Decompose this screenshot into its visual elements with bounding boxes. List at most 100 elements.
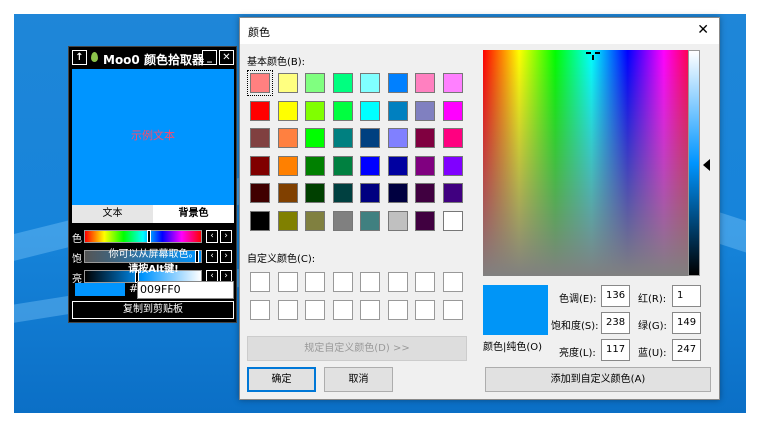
hue-input[interactable]: 136 xyxy=(601,285,630,307)
custom-colors-label: 自定义颜色(C): xyxy=(247,254,316,265)
up-arrow-icon[interactable]: ↑ xyxy=(72,50,87,65)
custom-color-slot[interactable] xyxy=(250,299,270,320)
basic-color-swatch[interactable] xyxy=(442,100,463,121)
basic-color-swatch[interactable] xyxy=(250,128,270,148)
basic-color-swatch[interactable] xyxy=(305,100,325,121)
basic-color-swatch[interactable] xyxy=(442,73,463,93)
basic-color-swatch[interactable] xyxy=(360,183,380,203)
custom-color-slot[interactable] xyxy=(332,299,353,320)
custom-color-slot[interactable] xyxy=(277,299,298,320)
tab-background[interactable]: 背景色 xyxy=(153,205,234,223)
basic-color-swatch[interactable] xyxy=(250,100,270,121)
hue-prev-button[interactable]: ‹ xyxy=(206,230,218,243)
hue-next-button[interactable]: › xyxy=(220,230,232,243)
basic-color-swatch[interactable] xyxy=(250,210,270,231)
tab-text[interactable]: 文本 xyxy=(72,205,153,223)
basic-color-swatch[interactable] xyxy=(415,128,435,148)
basic-color-swatch[interactable] xyxy=(332,100,353,121)
basic-color-swatch[interactable] xyxy=(387,210,408,231)
copy-to-clipboard-button[interactable]: 复制到剪贴板 xyxy=(72,301,234,319)
custom-color-slot[interactable] xyxy=(415,272,435,292)
crosshair-icon[interactable] xyxy=(586,51,600,61)
basic-colors-label: 基本颜色(B): xyxy=(247,57,306,68)
basic-color-swatch[interactable] xyxy=(332,183,353,203)
basic-color-swatch[interactable] xyxy=(305,73,325,93)
basic-color-swatch[interactable] xyxy=(387,100,408,121)
custom-color-slot[interactable] xyxy=(277,272,298,292)
custom-color-slot[interactable] xyxy=(442,272,463,292)
hex-row: # 009FF0 xyxy=(72,281,234,299)
hue-slider-thumb[interactable] xyxy=(147,230,151,243)
add-to-custom-colors-button[interactable]: 添加到自定义颜色(A) xyxy=(485,367,711,392)
basic-color-swatch[interactable] xyxy=(250,155,270,176)
basic-color-swatch[interactable] xyxy=(415,100,435,121)
custom-color-slot[interactable] xyxy=(387,272,408,292)
color-spectrum[interactable] xyxy=(483,50,700,276)
close-button[interactable]: ✕ xyxy=(219,50,234,65)
custom-color-slot[interactable] xyxy=(305,299,325,320)
basic-color-swatch[interactable] xyxy=(415,155,435,176)
close-icon[interactable]: ✕ xyxy=(697,22,709,38)
luminance-slider[interactable] xyxy=(688,50,700,276)
basic-color-swatch[interactable] xyxy=(360,155,380,176)
hex-input[interactable]: 009FF0 xyxy=(137,281,234,299)
color-preview: 示例文本 xyxy=(72,69,234,205)
basic-color-swatch[interactable] xyxy=(415,183,435,203)
current-color-swatch xyxy=(75,283,125,296)
basic-color-swatch[interactable] xyxy=(332,155,353,176)
current-color-box xyxy=(483,285,548,335)
saturation-input[interactable]: 238 xyxy=(601,312,630,334)
basic-color-swatch[interactable] xyxy=(305,183,325,203)
green-input[interactable]: 149 xyxy=(672,312,701,334)
custom-color-slot[interactable] xyxy=(442,299,463,320)
custom-color-slot[interactable] xyxy=(250,272,270,292)
basic-color-swatch[interactable] xyxy=(250,183,270,203)
luminance-input[interactable]: 117 xyxy=(601,339,630,361)
minimize-button[interactable]: _ xyxy=(202,50,217,65)
red-input[interactable]: 1 xyxy=(672,285,701,307)
hint-line1: 你可以从屏幕取色。 xyxy=(108,249,199,260)
basic-color-swatch[interactable] xyxy=(305,210,325,231)
blue-input[interactable]: 247 xyxy=(672,339,701,361)
custom-color-slot[interactable] xyxy=(415,299,435,320)
basic-color-swatch[interactable] xyxy=(360,100,380,121)
hue-slider[interactable] xyxy=(84,230,202,243)
cancel-button[interactable]: 取消 xyxy=(324,367,393,392)
basic-color-swatch[interactable] xyxy=(360,128,380,148)
picker-window: ↑ Moo0 颜色拾取器 _ ✕ 示例文本 文本 背景色 色 ‹ › 饱 ‹ ›… xyxy=(68,46,237,323)
custom-color-slot[interactable] xyxy=(305,272,325,292)
custom-color-slot[interactable] xyxy=(332,272,353,292)
basic-color-swatch[interactable] xyxy=(360,210,380,231)
custom-color-slot[interactable] xyxy=(360,272,380,292)
basic-color-swatch[interactable] xyxy=(442,183,463,203)
basic-color-swatch[interactable] xyxy=(277,73,298,93)
basic-color-swatch[interactable] xyxy=(415,73,435,93)
basic-color-swatch[interactable] xyxy=(360,73,380,93)
basic-color-swatch[interactable] xyxy=(247,70,273,96)
basic-color-swatch[interactable] xyxy=(277,155,298,176)
picker-titlebar: ↑ Moo0 颜色拾取器 _ ✕ xyxy=(69,47,238,69)
basic-color-swatch[interactable] xyxy=(277,128,298,148)
basic-color-swatch[interactable] xyxy=(442,128,463,148)
basic-color-swatch[interactable] xyxy=(277,100,298,121)
basic-color-swatch[interactable] xyxy=(332,210,353,231)
custom-color-slot[interactable] xyxy=(360,299,380,320)
basic-color-swatch[interactable] xyxy=(332,128,353,148)
custom-color-slot[interactable] xyxy=(387,299,408,320)
basic-color-swatch[interactable] xyxy=(305,128,325,148)
luminance-pointer-icon[interactable] xyxy=(703,159,710,171)
basic-color-swatch[interactable] xyxy=(415,210,435,231)
basic-color-swatch[interactable] xyxy=(305,155,325,176)
basic-color-swatch[interactable] xyxy=(277,210,298,231)
basic-color-swatch[interactable] xyxy=(387,183,408,203)
hint-line2: 请按Alt键! xyxy=(128,264,179,275)
basic-color-swatch[interactable] xyxy=(332,73,353,93)
basic-color-swatch[interactable] xyxy=(387,128,408,148)
basic-color-swatch[interactable] xyxy=(442,210,463,231)
ok-button[interactable]: 确定 xyxy=(247,367,316,392)
basic-color-swatch[interactable] xyxy=(387,73,408,93)
define-custom-colors-button[interactable]: 规定自定义颜色(D) >> xyxy=(247,336,467,361)
basic-color-swatch[interactable] xyxy=(387,155,408,176)
basic-color-swatch[interactable] xyxy=(277,183,298,203)
basic-color-swatch[interactable] xyxy=(442,155,463,176)
